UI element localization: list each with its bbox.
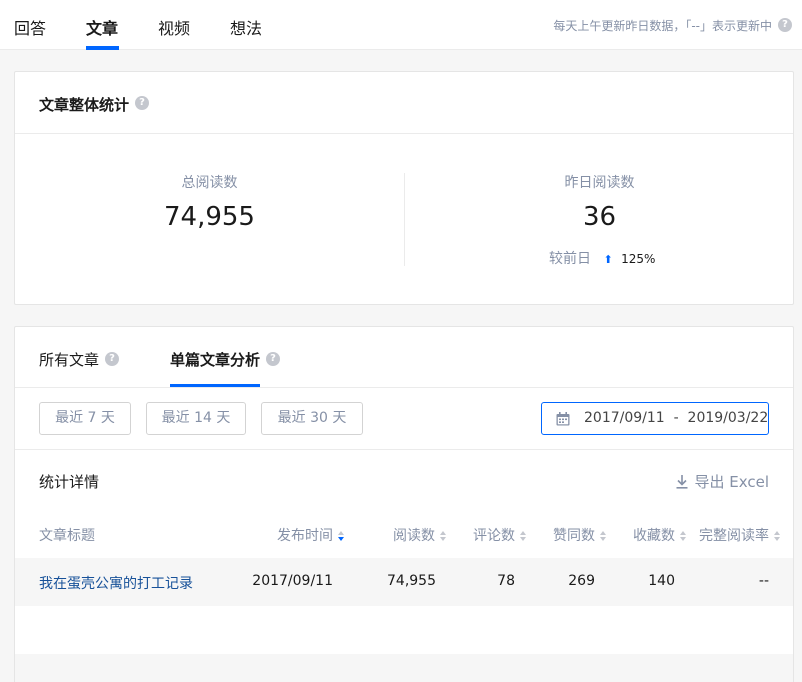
overview-title: 文章整体统计 xyxy=(39,96,130,114)
date-range-picker[interactable]: 2017/09/11 - 2019/03/22 xyxy=(541,402,769,435)
tab-thoughts[interactable]: 想法 xyxy=(230,15,262,39)
table-row-empty xyxy=(15,654,793,682)
date-range-value: 2017/09/11 - 2019/03/22 xyxy=(584,410,769,426)
yesterday-reads-label: 昨日阅读数 xyxy=(564,175,635,191)
table-row: 我在蛋壳公寓的打工记录 2017/09/11 74,955 78 269 140… xyxy=(15,558,793,606)
analysis-card: 所有文章? 单篇文章分析? 最近 7 天 最近 14 天 最近 30 天 201… xyxy=(14,326,794,682)
sort-icon xyxy=(338,531,345,541)
range-30-days-button[interactable]: 最近 30 天 xyxy=(261,402,363,435)
range-14-days-button[interactable]: 最近 14 天 xyxy=(146,402,246,435)
column-full-read-rate-label: 完整阅读率 xyxy=(699,528,769,544)
upvotes-cell: 269 xyxy=(568,573,595,589)
publish-time-cell: 2017/09/11 xyxy=(252,573,333,589)
column-comments[interactable]: 评论数 xyxy=(473,525,527,545)
article-title-link[interactable]: 我在蛋壳公寓的打工记录 xyxy=(39,573,193,593)
column-upvotes-label: 赞同数 xyxy=(553,528,595,544)
table-row-empty xyxy=(15,606,793,654)
sort-icon xyxy=(774,531,781,541)
question-icon[interactable]: ? xyxy=(266,352,281,366)
compare-row: 较前日 ⬆ 125% xyxy=(549,248,655,268)
export-excel-button[interactable]: 导出 Excel xyxy=(676,471,769,492)
compare-value: 125% xyxy=(621,252,656,266)
full-read-rate-cell: -- xyxy=(758,573,769,589)
total-reads-label: 总阅读数 xyxy=(181,175,238,191)
column-reads-label: 阅读数 xyxy=(393,528,435,544)
update-note: 每天上午更新昨日数据，「--」表示更新中 xyxy=(553,19,772,33)
column-favorites[interactable]: 收藏数 xyxy=(633,525,687,545)
column-comments-label: 评论数 xyxy=(473,528,515,544)
tab-articles[interactable]: 文章 xyxy=(86,15,118,39)
tab-single-article[interactable]: 单篇文章分析? xyxy=(170,349,281,370)
tab-all-articles[interactable]: 所有文章? xyxy=(39,349,120,370)
favorites-cell: 140 xyxy=(648,573,675,589)
top-tab-bar: 回答 文章 视频 想法 每天上午更新昨日数据，「--」表示更新中 ? xyxy=(0,0,802,50)
tab-all-articles-label: 所有文章 xyxy=(39,351,100,369)
divider xyxy=(15,133,793,134)
column-favorites-label: 收藏数 xyxy=(633,528,675,544)
column-title: 文章标题 xyxy=(39,528,95,544)
range-7-days-button[interactable]: 最近 7 天 xyxy=(39,402,131,435)
sort-icon xyxy=(600,531,607,541)
overview-card: 文章整体统计 ? 总阅读数 74,955 昨日阅读数 36 较前日 ⬆ 125% xyxy=(14,71,794,305)
comments-cell: 78 xyxy=(497,573,515,589)
sort-icon xyxy=(520,531,527,541)
column-publish-time[interactable]: 发布时间 xyxy=(277,525,345,545)
column-publish-time-label: 发布时间 xyxy=(277,528,333,544)
active-tab-indicator xyxy=(86,46,119,50)
sort-icon xyxy=(680,531,687,541)
tab-single-article-label: 单篇文章分析 xyxy=(170,351,261,369)
calendar-icon xyxy=(556,412,570,426)
export-excel-label: 导出 Excel xyxy=(694,473,769,491)
column-upvotes[interactable]: 赞同数 xyxy=(553,525,607,545)
arrow-up-icon: ⬆ xyxy=(603,253,613,266)
yesterday-reads-stat: 昨日阅读数 36 xyxy=(405,172,794,232)
tab-videos[interactable]: 视频 xyxy=(158,15,190,39)
divider xyxy=(15,449,793,450)
question-icon[interactable]: ? xyxy=(105,352,120,366)
question-icon[interactable]: ? xyxy=(778,18,792,32)
tab-answers[interactable]: 回答 xyxy=(14,15,46,39)
column-full-read-rate[interactable]: 完整阅读率 xyxy=(699,525,781,545)
sort-icon xyxy=(440,531,447,541)
yesterday-reads-value: 36 xyxy=(582,202,617,232)
compare-label: 较前日 xyxy=(549,251,591,267)
total-reads-stat: 总阅读数 74,955 xyxy=(15,172,404,232)
divider xyxy=(15,387,793,388)
detail-title: 统计详情 xyxy=(39,473,100,491)
column-reads[interactable]: 阅读数 xyxy=(393,525,447,545)
download-icon xyxy=(676,475,688,489)
question-icon[interactable]: ? xyxy=(135,96,149,110)
reads-cell: 74,955 xyxy=(387,573,436,589)
total-reads-value: 74,955 xyxy=(164,202,255,232)
